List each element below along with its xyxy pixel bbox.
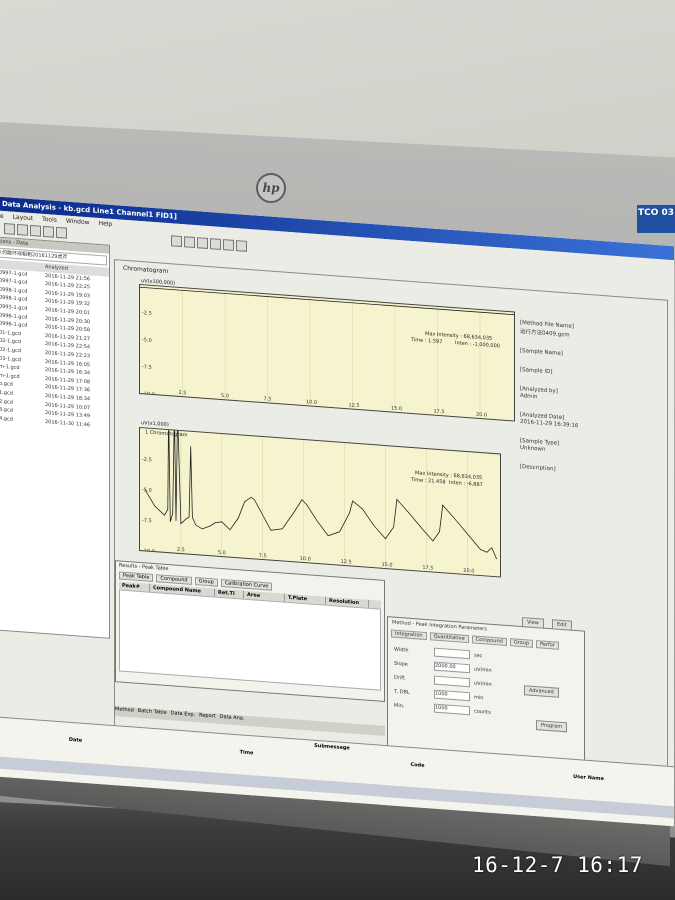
- chromatogram-plot-2[interactable]: 2.5 5.0 7.5 10.0 12.5 15.0 17.5 20.0 -2.5 -5.0 -7.…: [139, 426, 501, 578]
- toolbar-zoom-icon[interactable]: [184, 235, 195, 248]
- chromatogram-trace: [144, 428, 498, 560]
- sample-id-label: [Sample ID]: [520, 366, 553, 376]
- method-button[interactable]: Method: [115, 706, 134, 717]
- y-tick-label: -10.0: [142, 391, 155, 398]
- x-tick-label: 12.5: [349, 402, 360, 409]
- x-tick-label: 7.5: [259, 553, 267, 560]
- x-tick-label: 5.0: [218, 550, 226, 557]
- toolbar-help-icon[interactable]: [56, 226, 67, 239]
- data-ana-button[interactable]: Data Ana.: [220, 714, 245, 726]
- view-button[interactable]: View: [522, 617, 544, 629]
- y-tick-label: -7.5: [142, 518, 152, 525]
- toolbar-grid-icon[interactable]: [210, 237, 221, 250]
- photo-timestamp: 16-12-7 16:17: [472, 853, 643, 877]
- param-width-unit: sec: [474, 652, 483, 659]
- x-tick-label: 10.0: [300, 556, 311, 563]
- x-tick-label: 17.5: [422, 565, 433, 572]
- x-tick-label: 5.0: [221, 393, 229, 400]
- sample-info-column: [Method File Name] 运行方法0409.gcm [Sample …: [520, 320, 600, 489]
- x-tick-label: 17.5: [434, 409, 445, 416]
- tab-peak-table[interactable]: Peak Table: [119, 571, 154, 582]
- param-tdbl-label: T. DBL: [394, 688, 410, 696]
- tab-compound[interactable]: Compound: [156, 574, 192, 585]
- param-slope-label: Slope: [394, 660, 408, 668]
- tab-performance[interactable]: Perfor: [536, 640, 559, 650]
- x-tick-label: 10.0: [306, 399, 317, 406]
- y-tick-label: -7.5: [142, 364, 152, 371]
- toolbar-peak-icon[interactable]: [197, 236, 208, 249]
- param-min-label: Min.: [394, 702, 405, 709]
- data-exp-button[interactable]: Data Exp.: [171, 710, 195, 722]
- param-tdbl-unit: min: [474, 694, 484, 701]
- description-label: [Description]: [520, 463, 556, 473]
- menu-item-file[interactable]: e: [0, 212, 4, 219]
- toolbar-save-icon[interactable]: [17, 223, 28, 236]
- toolbar-help2-icon[interactable]: [236, 239, 247, 252]
- y-tick-label: -10.0: [142, 548, 155, 555]
- param-drift-unit: uV/min: [474, 680, 492, 688]
- plot1-svg: 2.5 5.0 7.5 10.0 12.5 15.0 17.5 20.0 -2.5 -5.0 -7.…: [140, 286, 514, 419]
- y-tick-label: -5.0: [142, 337, 152, 344]
- x-tick-label: 20.0: [476, 412, 487, 419]
- param-width-input[interactable]: [434, 647, 470, 660]
- param-width-label: Width: [394, 646, 409, 654]
- toolbar-open-icon[interactable]: [4, 222, 15, 235]
- toolbar-chart-icon[interactable]: [171, 234, 182, 247]
- param-drift-input[interactable]: [434, 675, 470, 688]
- results-peak-table: Results - Peak Table Peak Table Compound…: [115, 560, 385, 703]
- chromatogram-plot-1[interactable]: 2.5 5.0 7.5 10.0 12.5 15.0 17.5 20.0 -2.5 -5.0 -7.…: [139, 283, 515, 422]
- tab-method-group[interactable]: Group: [509, 638, 534, 648]
- x-tick-label: 15.0: [391, 405, 402, 412]
- batch-table-button[interactable]: Batch Table: [138, 708, 167, 720]
- plot2-svg: 2.5 5.0 7.5 10.0 12.5 15.0 17.5 20.0-2.5-5.0-7.…: [142, 428, 498, 575]
- param-min-unit: counts: [474, 708, 491, 716]
- param-min-input[interactable]: 1000: [434, 703, 470, 716]
- menu-item-tools[interactable]: Tools: [42, 215, 57, 223]
- x-tick-label: 2.5: [179, 390, 187, 397]
- chromatogram-trace: [140, 286, 514, 316]
- hp-logo: hp: [256, 173, 286, 203]
- param-tdbl-input[interactable]: 1000: [434, 689, 470, 702]
- monitor-screen: Data Analysis - kb.gcd Line1 Channel1 FI…: [0, 196, 674, 827]
- x-tick-label: 20.0: [463, 568, 474, 575]
- x-tick-label: 7.5: [264, 396, 272, 403]
- toolbar-undo-icon[interactable]: [223, 238, 234, 251]
- sample-name-label: [Sample Name]: [520, 347, 563, 358]
- toolbar-print-icon[interactable]: [30, 224, 41, 237]
- data-explorer-panel: rations - Data 八何散环戒粗粗20161129虎芹 Analyze…: [0, 236, 110, 639]
- method-integration-panel: Method - Peak Integration Parameters Int…: [387, 616, 585, 763]
- menu-item-layout[interactable]: Layout: [13, 213, 33, 221]
- x-tick-label: 12.5: [341, 559, 352, 566]
- tab-group[interactable]: Group: [194, 577, 218, 587]
- menu-item-window[interactable]: Window: [66, 217, 90, 226]
- param-drift-label: Drift: [394, 674, 405, 681]
- tco-badge: TCO 03: [637, 205, 675, 233]
- edit-button[interactable]: Edit: [552, 619, 572, 631]
- toolbar-layout-icon[interactable]: [43, 225, 54, 238]
- x-tick-label: 2.5: [177, 547, 185, 554]
- chromatogram-title: Chromatogram: [123, 264, 169, 276]
- y-tick-label: -2.5: [142, 457, 152, 464]
- tab-integration[interactable]: Integration: [391, 629, 427, 641]
- x-tick-label: 15.0: [381, 562, 392, 569]
- menu-item-help[interactable]: Help: [99, 219, 113, 227]
- y-tick-label: -2.5: [142, 310, 152, 317]
- tab-quantitative[interactable]: Quantitative: [429, 632, 469, 644]
- chromatogram-window: Chromatogram 2.5 5.0 7.5 10.0 12.5 15.0 17.5 20…: [114, 259, 668, 772]
- program-button[interactable]: Program: [536, 720, 568, 733]
- tab-method-compound[interactable]: Compound: [471, 635, 507, 646]
- file-list: 0997-1.gcd 2016-11-29 21:56 0997-1.gcd 2016…: [0, 268, 109, 431]
- param-slope-input[interactable]: 2000.00: [434, 661, 470, 674]
- report-button[interactable]: Report: [199, 712, 216, 723]
- param-slope-unit: uV/min: [474, 666, 492, 674]
